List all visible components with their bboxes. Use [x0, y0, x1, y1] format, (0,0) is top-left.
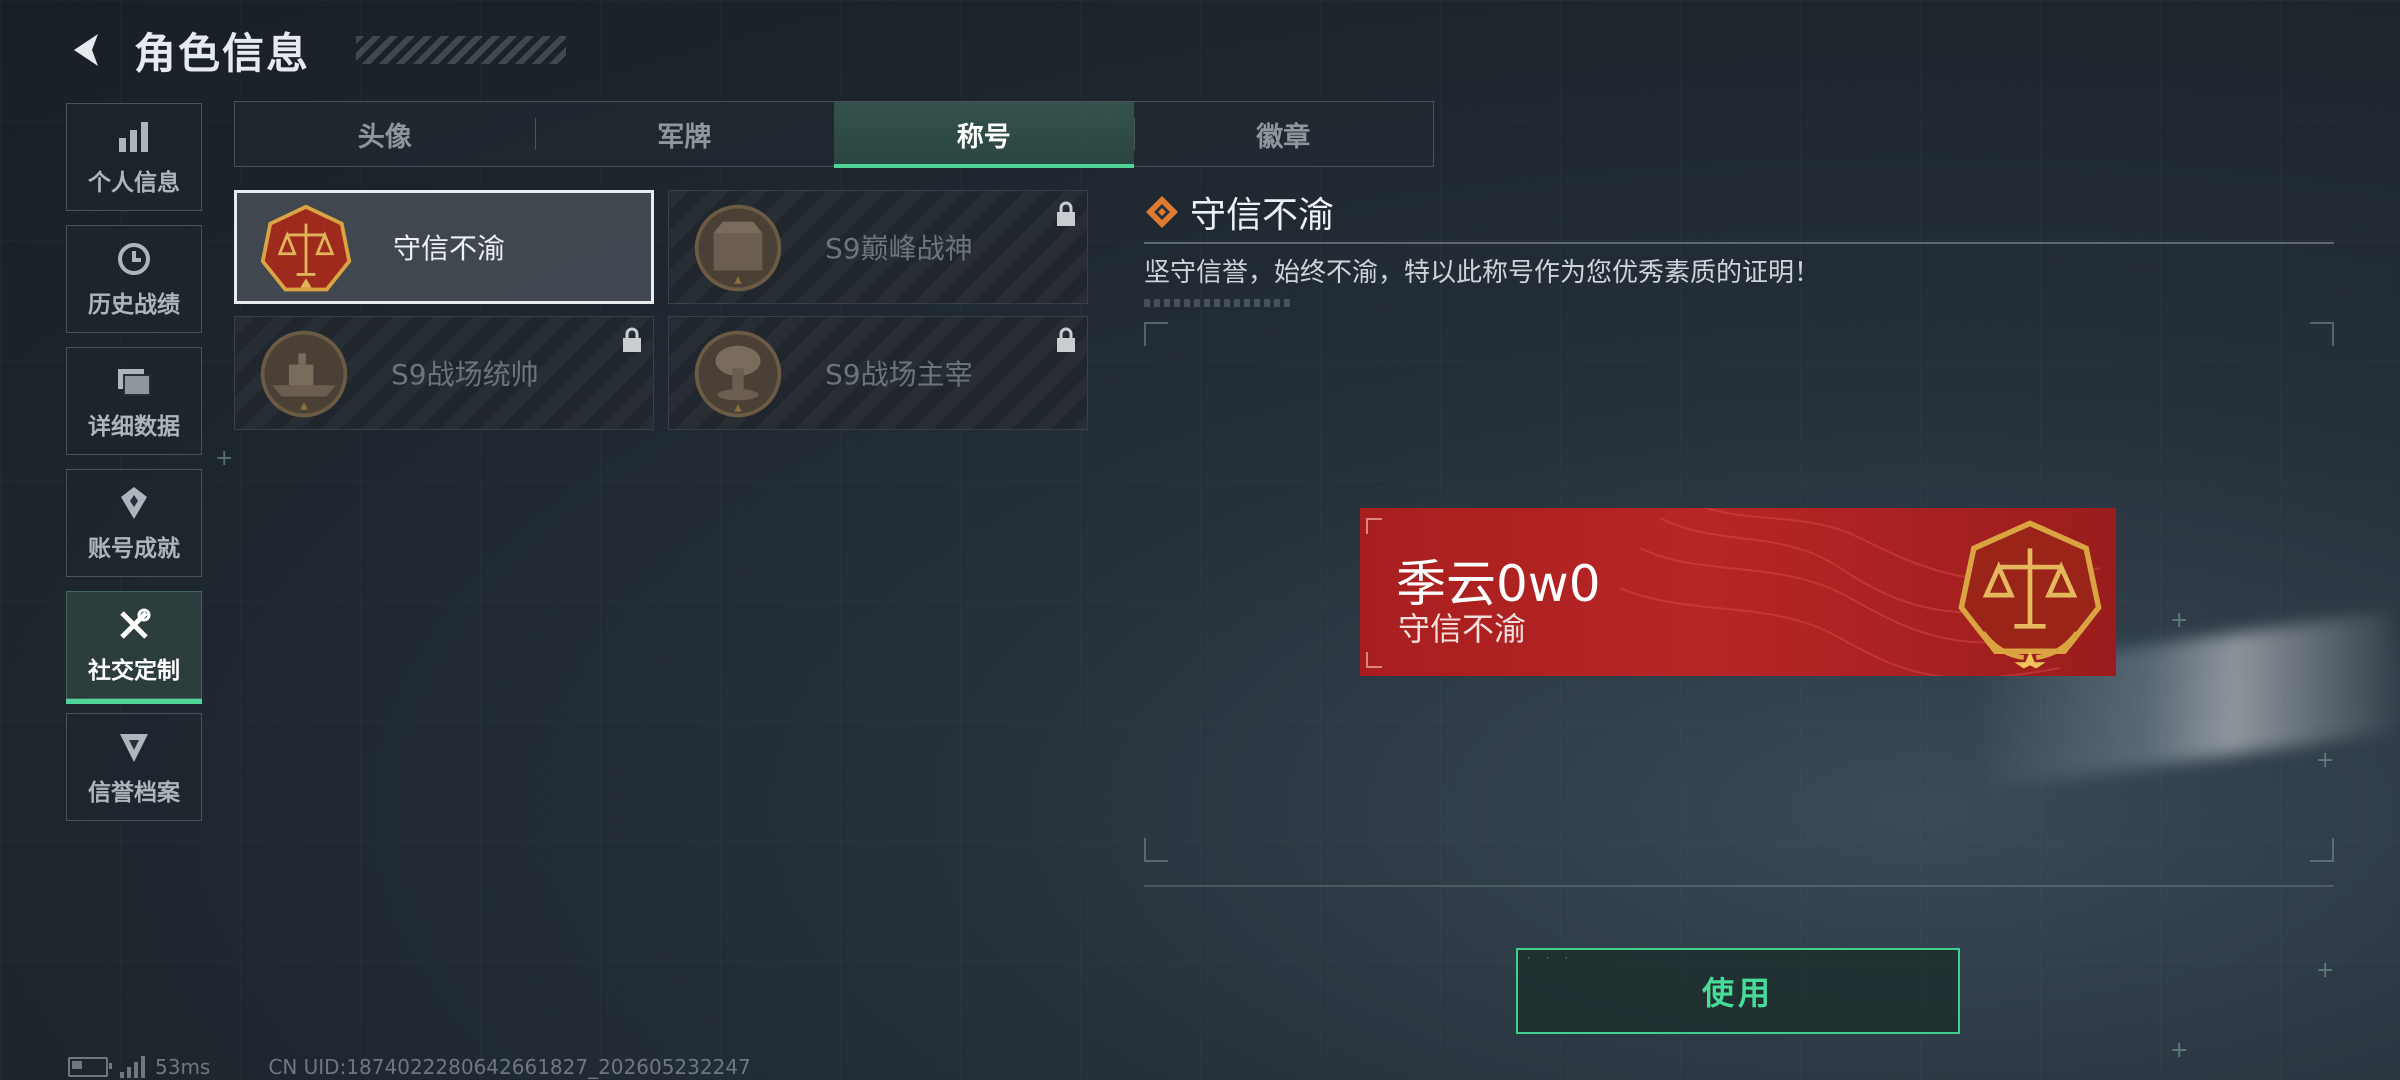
decor-plus: + — [2170, 1038, 2189, 1063]
sidebar-item-achievements[interactable]: 账号成就 — [66, 469, 202, 577]
tab-title[interactable]: 称号 — [834, 102, 1134, 168]
preview-divider — [1144, 885, 2334, 887]
title-card-name: S9巅峰战神 — [825, 232, 973, 265]
achievement-icon — [114, 483, 154, 523]
fortress-emblem-icon — [694, 204, 782, 292]
detail-header: 守信不渝 — [1144, 190, 2334, 236]
nameplate-corner — [1366, 518, 1382, 534]
tab-avatar[interactable]: 头像 — [235, 102, 535, 166]
nameplate-title: 守信不渝 — [1398, 610, 1527, 648]
tab-badge[interactable]: 徽章 — [1133, 102, 1434, 166]
uid-text: CN UID:1874022280642661827_202605232247 — [268, 1055, 751, 1079]
status-bar: 53ms CN UID:1874022280642661827_20260523… — [68, 1054, 751, 1080]
mushroom-cloud-emblem-icon — [694, 330, 782, 418]
sidebar-item-label: 历史战绩 — [88, 292, 180, 318]
sidebar-item-credit-file[interactable]: 信誉档案 — [66, 713, 202, 821]
back-button[interactable] — [66, 28, 110, 72]
sidebar-item-social-custom[interactable]: 社交定制 — [66, 591, 202, 704]
sidebar-item-label: 社交定制 — [88, 658, 180, 684]
button-decor-text: · · · — [1526, 954, 1574, 964]
credit-shield-icon — [114, 727, 154, 767]
lock-icon — [623, 327, 641, 352]
sidebar-nav: 个人信息 历史战绩 详细数据 账号成就 社交定制 信誉档案 — [66, 103, 204, 835]
frame-corner — [2310, 322, 2334, 346]
frame-corner — [2310, 838, 2334, 862]
page-header: 角色信息 — [66, 22, 566, 78]
tools-icon — [114, 605, 154, 645]
title-card-s9-peak[interactable]: S9巅峰战神 — [668, 190, 1088, 304]
title-card-name: S9战场统帅 — [391, 358, 539, 391]
use-button-label: 使用 — [1701, 974, 1774, 1012]
battery-icon — [68, 1057, 112, 1077]
detail-title: 守信不渝 — [1190, 195, 1335, 236]
decor-plus: + — [215, 446, 234, 471]
detail-description: 坚守信誉，始终不渝，特以此称号作为您优秀素质的证明！ — [1144, 257, 1821, 288]
page-title: 角色信息 — [134, 28, 311, 78]
latency-text: 53ms — [155, 1055, 211, 1079]
sidebar-item-label: 详细数据 — [88, 414, 180, 440]
nameplate-corner — [1366, 652, 1382, 668]
tab-dogtag[interactable]: 军牌 — [534, 102, 835, 166]
frame-corner — [1144, 838, 1168, 862]
title-card-s9-commander[interactable]: S9战场统帅 — [234, 316, 654, 430]
title-card-name: S9战场主宰 — [825, 358, 973, 391]
title-card-shouxin[interactable]: 守信不渝 — [234, 190, 654, 304]
sidebar-item-label: 信誉档案 — [88, 780, 180, 806]
lock-icon — [1057, 327, 1075, 352]
sidebar-item-label: 个人信息 — [88, 170, 180, 196]
title-decor-hatch — [356, 36, 566, 64]
frame-corner — [1144, 322, 1168, 346]
category-tabs: 头像 军牌 称号 徽章 — [234, 101, 1434, 168]
sidebar-item-personal-info[interactable]: 个人信息 — [66, 103, 202, 211]
lock-icon — [1057, 201, 1075, 226]
diamond-icon — [1146, 196, 1178, 228]
folder-icon — [114, 361, 154, 401]
scales-emblem-icon — [1958, 520, 2102, 670]
signal-icon — [120, 1056, 145, 1078]
warship-emblem-icon — [260, 330, 348, 418]
sidebar-item-detailed-data[interactable]: 详细数据 — [66, 347, 202, 455]
detail-divider — [1144, 242, 2334, 244]
nameplate-preview: 季云0w0 守信不渝 — [1360, 508, 2116, 676]
title-detail-panel: 守信不渝 坚守信誉，始终不渝，特以此称号作为您优秀素质的证明！ — [1144, 190, 2334, 307]
scales-emblem-icon — [260, 204, 352, 292]
title-card-s9-dominator[interactable]: S9战场主宰 — [668, 316, 1088, 430]
detail-decor-bar — [1144, 298, 1294, 307]
title-card-name: 守信不渝 — [393, 232, 506, 265]
use-button[interactable]: · · · 使用 — [1516, 948, 1960, 1034]
back-arrow-icon — [74, 34, 98, 66]
bar-chart-icon — [114, 117, 154, 157]
sidebar-item-label: 账号成就 — [88, 536, 180, 562]
decor-plus: + — [2316, 958, 2335, 983]
history-icon — [114, 239, 154, 279]
sidebar-item-history[interactable]: 历史战绩 — [66, 225, 202, 333]
